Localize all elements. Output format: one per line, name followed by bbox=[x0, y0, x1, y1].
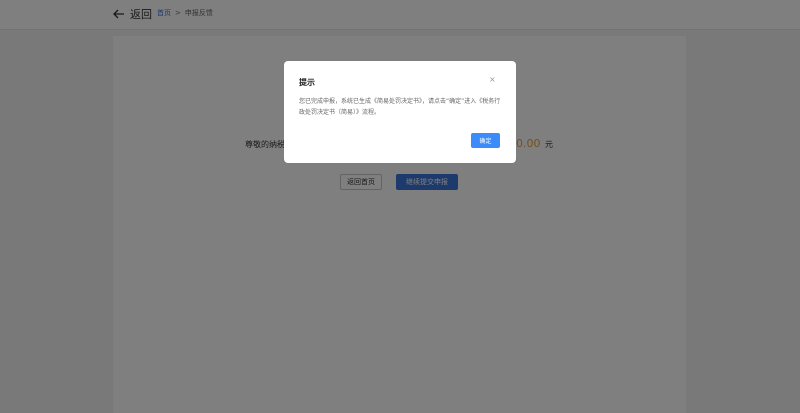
dialog-message: 您已完成申报，系统已生成《简易处罚决定书》，请点击“确定”进入《税务行政处罚决定… bbox=[299, 98, 501, 116]
confirm-button[interactable]: 确定 bbox=[471, 133, 500, 148]
dialog-title: 提示 bbox=[299, 78, 315, 87]
prompt-dialog: 提示 × 您已完成申报，系统已生成《简易处罚决定书》，请点击“确定”进入《税务行… bbox=[284, 61, 516, 163]
close-icon[interactable]: × bbox=[489, 76, 496, 84]
